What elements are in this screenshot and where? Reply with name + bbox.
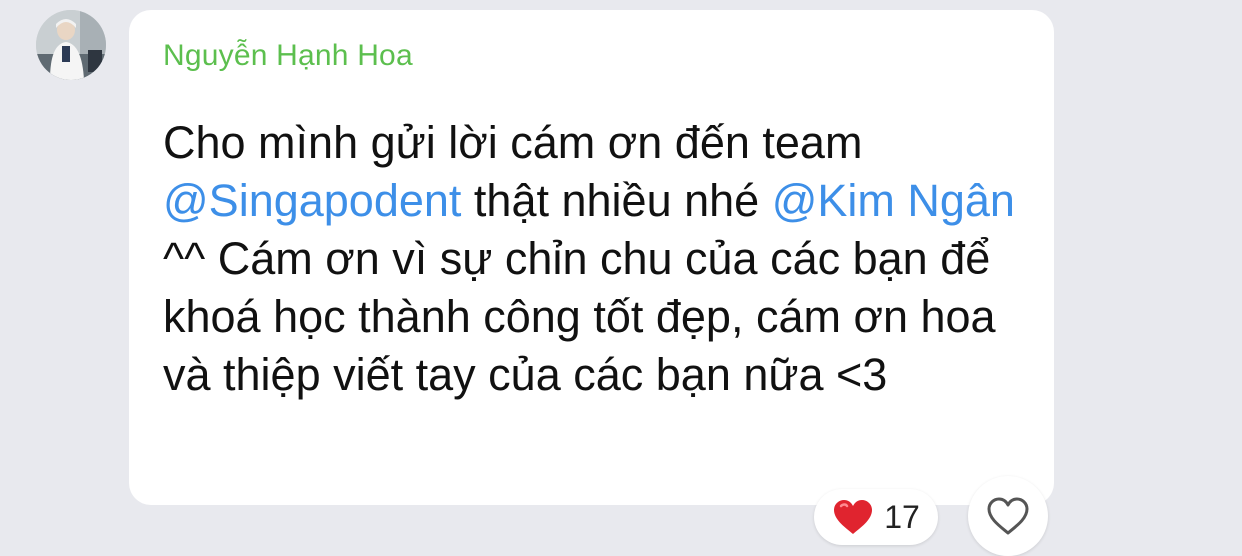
reaction-summary-button[interactable]: 17 [814,489,938,545]
message-text-segment: thật nhiều nhé [461,175,772,226]
message-bubble: Nguyễn Hạnh Hoa Cho mình gửi lời cám ơn … [129,10,1054,505]
mention-singapodent[interactable]: @Singapodent [163,175,461,226]
avatar-photo [36,10,106,80]
red-heart-icon [834,500,873,534]
reaction-count: 17 [884,498,920,535]
like-button[interactable] [968,476,1048,556]
mention-kim-ngan[interactable]: @Kim Ngân [772,175,1015,226]
message-text: Cho mình gửi lời cám ơn đến team @Singap… [163,114,1033,404]
message-text-segment: ^^ Cám ơn vì sự chỉn chu của các bạn để … [163,233,996,400]
message-text-segment: Cho mình gửi lời cám ơn đến team [163,117,863,168]
sender-name[interactable]: Nguyễn Hạnh Hoa [163,39,413,73]
heart-outline-icon [987,497,1029,535]
avatar[interactable] [36,10,106,80]
